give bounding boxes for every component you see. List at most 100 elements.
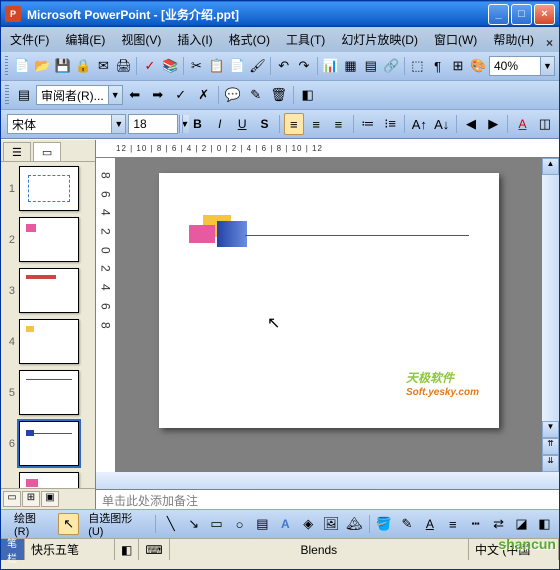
grid-button[interactable]: ⊞ — [448, 55, 467, 77]
numbering-button[interactable]: ≔ — [358, 113, 378, 135]
slide-thumb-7[interactable] — [19, 472, 79, 488]
copy-button[interactable]: 📋 — [207, 55, 226, 77]
cut-button[interactable]: ✂ — [187, 55, 206, 77]
apply-button[interactable]: ✓ — [170, 84, 192, 106]
thumbnail-list[interactable]: 1 2 3 4 5 6 7 8 — [1, 162, 95, 488]
format-painter-button[interactable]: 🖌 — [248, 55, 267, 77]
decrease-indent-button[interactable]: ◀ — [461, 113, 481, 135]
next-comment-button[interactable]: ➡ — [147, 84, 169, 106]
slideshow-view-button[interactable]: ▣ — [41, 491, 59, 507]
reviewer-dropdown-arrow[interactable]: ▼ — [108, 86, 122, 104]
increase-indent-button[interactable]: ▶ — [483, 113, 503, 135]
horizontal-scrollbar[interactable] — [96, 472, 559, 489]
normal-view-button[interactable]: ▭ — [3, 491, 21, 507]
size-combo[interactable]: 18 ▼ — [128, 114, 178, 134]
slide-canvas[interactable]: ↖ 天极软件 Soft.yesky.com — [116, 158, 542, 472]
save-button[interactable]: 💾 — [53, 55, 72, 77]
prev-slide-button[interactable]: ⇈ — [542, 438, 559, 455]
table-button[interactable]: ▦ — [341, 55, 360, 77]
slides-tab[interactable]: ▭ — [33, 142, 61, 161]
clipart-button[interactable]: 🖼 — [321, 513, 342, 535]
zoom-combo[interactable]: 40% ▼ — [489, 56, 555, 76]
font-color-button[interactable]: A — [419, 513, 440, 535]
unapply-button[interactable]: ✗ — [193, 84, 215, 106]
menu-edit[interactable]: 编辑(E) — [62, 29, 108, 50]
minimize-button[interactable]: _ — [488, 4, 509, 25]
ime-name[interactable]: 快乐五笔 — [25, 539, 115, 560]
delete-comment-button[interactable]: 🗑 — [268, 84, 290, 106]
tables-borders-button[interactable]: ▤ — [361, 55, 380, 77]
slide-thumb-1[interactable] — [19, 166, 79, 211]
menu-view[interactable]: 视图(V) — [118, 29, 164, 50]
color-button[interactable]: 🎨 — [469, 55, 488, 77]
shadow-style-button[interactable]: ◪ — [511, 513, 532, 535]
scroll-down-button[interactable]: ▼ — [542, 421, 559, 438]
redo-button[interactable]: ↷ — [294, 55, 313, 77]
zoom-dropdown-arrow[interactable]: ▼ — [540, 57, 554, 75]
diagram-button[interactable]: ◈ — [298, 513, 319, 535]
horizontal-line[interactable] — [245, 235, 469, 236]
align-right-button[interactable]: ≡ — [328, 113, 348, 135]
hyperlink-button[interactable]: 🔗 — [381, 55, 400, 77]
ime-btn2[interactable]: ⌨ — [139, 539, 169, 560]
undo-button[interactable]: ↶ — [274, 55, 293, 77]
picture-button[interactable]: 🏔 — [344, 513, 365, 535]
slide-thumb-4[interactable] — [19, 319, 79, 364]
menu-tools[interactable]: 工具(T) — [283, 29, 328, 50]
expand-all-button[interactable]: ⬚ — [408, 55, 427, 77]
maximize-button[interactable]: □ — [511, 4, 532, 25]
underline-button[interactable]: U — [232, 113, 252, 135]
bold-button[interactable]: B — [187, 113, 207, 135]
outline-tab[interactable]: ☰ — [3, 142, 31, 161]
rectangle-button[interactable]: ▭ — [206, 513, 227, 535]
dash-style-button[interactable]: ┅ — [465, 513, 486, 535]
scroll-up-button[interactable]: ▲ — [542, 158, 559, 175]
new-button[interactable]: 📄 — [12, 55, 31, 77]
horizontal-ruler[interactable]: 12 | 10 | 8 | 6 | 4 | 2 | 0 | 2 | 4 | 6 … — [96, 140, 559, 158]
paste-button[interactable]: 📄 — [227, 55, 246, 77]
align-center-button[interactable]: ≡ — [306, 113, 326, 135]
slide-thumb-6[interactable] — [19, 421, 79, 466]
blue-shape[interactable] — [217, 221, 247, 247]
align-left-button[interactable]: ≡ — [284, 113, 304, 135]
font-color-button[interactable]: A — [512, 113, 532, 135]
slide-thumb-3[interactable] — [19, 268, 79, 313]
spelling-button[interactable]: ✓ — [140, 55, 159, 77]
next-slide-button[interactable]: ⇊ — [542, 455, 559, 472]
arrow-style-button[interactable]: ⇄ — [488, 513, 509, 535]
arrow-button[interactable]: ↘ — [183, 513, 204, 535]
fill-color-button[interactable]: 🪣 — [374, 513, 395, 535]
vertical-ruler[interactable]: 864202468 — [96, 158, 116, 472]
print-button[interactable]: 🖨 — [114, 55, 133, 77]
3d-style-button[interactable]: ◧ — [534, 513, 555, 535]
slide-thumb-2[interactable] — [19, 217, 79, 262]
bullets-button[interactable]: ⁝≡ — [380, 113, 400, 135]
close-button[interactable]: × — [534, 4, 555, 25]
permission-button[interactable]: 🔒 — [73, 55, 92, 77]
shadow-button[interactable]: S — [254, 113, 274, 135]
ime-status[interactable]: 笔栏 — [1, 539, 25, 560]
vertical-scrollbar[interactable]: ▲ ▼ ⇈ ⇊ — [542, 158, 559, 472]
chart-button[interactable]: 📊 — [321, 55, 340, 77]
notes-pane[interactable]: 单击此处添加备注 — [96, 489, 559, 509]
toolbar-grip[interactable] — [5, 56, 8, 76]
oval-button[interactable]: ○ — [229, 513, 250, 535]
insert-comment-button[interactable]: 💬 — [222, 84, 244, 106]
show-markup-button[interactable]: ▤ — [13, 84, 35, 106]
doc-close-button[interactable]: × — [546, 36, 553, 50]
end-review-button[interactable]: ◧ — [297, 84, 319, 106]
email-button[interactable]: ✉ — [94, 55, 113, 77]
line-style-button[interactable]: ≡ — [442, 513, 463, 535]
reviewer-combo[interactable]: 审阅者(R)... ▼ — [36, 85, 123, 105]
menu-insert[interactable]: 插入(I) — [174, 29, 215, 50]
line-button[interactable]: ╲ — [160, 513, 181, 535]
show-formatting-button[interactable]: ¶ — [428, 55, 447, 77]
open-button[interactable]: 📂 — [33, 55, 52, 77]
research-button[interactable]: 📚 — [161, 55, 180, 77]
wordart-button[interactable]: A — [275, 513, 296, 535]
select-objects-button[interactable]: ↖ — [58, 513, 79, 535]
menu-file[interactable]: 文件(F) — [7, 29, 52, 50]
sorter-view-button[interactable]: ⊞ — [22, 491, 40, 507]
textbox-button[interactable]: ▤ — [252, 513, 273, 535]
menu-window[interactable]: 窗口(W) — [431, 29, 480, 50]
